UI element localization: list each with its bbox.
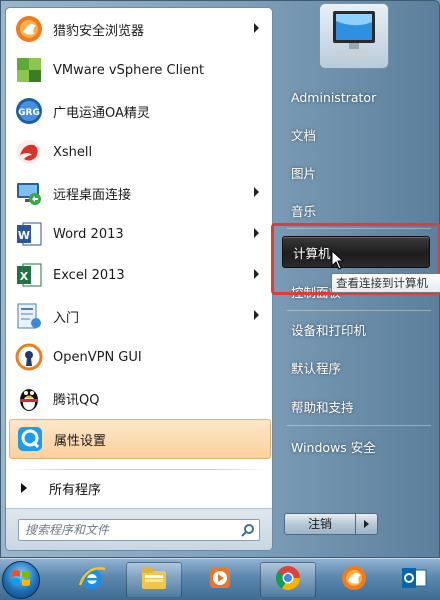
place-windows-security[interactable]: Windows 安全 xyxy=(277,433,437,459)
excel-icon: X xyxy=(13,259,45,291)
remote-desktop-icon xyxy=(13,177,45,209)
program-label: 远程桌面连接 xyxy=(53,187,132,203)
triangle-right-icon xyxy=(21,483,27,493)
submenu-arrow-icon[interactable] xyxy=(254,23,259,33)
program-label: 属性设置 xyxy=(54,433,107,449)
program-item-remote-desktop[interactable]: 远程桌面连接 xyxy=(9,173,271,213)
liebao-icon xyxy=(339,563,369,597)
taskbar-liebao-button[interactable] xyxy=(326,562,382,598)
taskbar-media-player-button[interactable] xyxy=(192,562,248,598)
svg-text:X: X xyxy=(20,270,29,283)
program-item-openvpn[interactable]: OpenVPN GUI xyxy=(9,337,271,377)
qq-settings-icon xyxy=(14,423,46,455)
program-item-qq-settings[interactable]: 属性设置 xyxy=(9,419,271,459)
tooltip: 查看连接到计算机 xyxy=(331,273,440,293)
taskbar-outlook-button[interactable] xyxy=(388,562,440,598)
program-label: 入门 xyxy=(53,310,80,326)
divider xyxy=(14,469,266,470)
xshell-icon xyxy=(13,136,45,168)
place-pictures[interactable]: 图片 xyxy=(277,159,437,185)
submenu-arrow-icon[interactable] xyxy=(254,310,259,320)
search-icon[interactable] xyxy=(237,520,259,540)
vmware-icon xyxy=(13,54,45,86)
svg-text:GRG: GRG xyxy=(18,108,40,118)
program-label: 猎豹安全浏览器 xyxy=(53,23,145,39)
grgbanking-oa-icon: GRG xyxy=(13,95,45,127)
program-label: VMware vSphere Client xyxy=(53,62,205,78)
place-help-support[interactable]: 帮助和支持 xyxy=(277,393,437,419)
start-menu: 猎豹安全浏览器 VMware vSphere Client GRG 广电运通OA… xyxy=(0,0,440,558)
program-item-vmware[interactable]: VMware vSphere Client xyxy=(9,50,271,90)
explorer-icon xyxy=(138,563,170,597)
programs-pane: 猎豹安全浏览器 VMware vSphere Client GRG 广电运通OA… xyxy=(5,7,273,551)
chevron-right-icon xyxy=(364,520,369,528)
places-divider xyxy=(287,310,431,311)
user-picture[interactable] xyxy=(319,3,389,69)
windows-logo-icon xyxy=(10,567,32,593)
place-administrator[interactable]: Administrator xyxy=(277,84,437,110)
media-player-icon xyxy=(205,563,235,597)
program-item-oa[interactable]: GRG 广电运通OA精灵 xyxy=(9,91,271,131)
program-label: OpenVPN GUI xyxy=(53,349,142,365)
submenu-arrow-icon[interactable] xyxy=(254,269,259,279)
program-item-liebao[interactable]: 猎豹安全浏览器 xyxy=(9,9,271,49)
mouse-cursor-icon xyxy=(331,249,345,274)
place-documents[interactable]: 文档 xyxy=(277,121,437,147)
program-label: Xshell xyxy=(53,144,93,160)
logoff-button[interactable]: 注销 xyxy=(284,513,356,535)
program-item-xshell[interactable]: Xshell xyxy=(9,132,271,172)
taskbar xyxy=(0,558,440,600)
program-item-excel[interactable]: X Excel 2013 xyxy=(9,255,271,295)
ie-icon xyxy=(77,563,107,597)
chrome-icon xyxy=(273,563,303,597)
search-input[interactable] xyxy=(19,523,237,537)
program-label: 腾讯QQ xyxy=(53,392,100,408)
taskbar-ie-button[interactable] xyxy=(64,562,120,598)
all-programs-button[interactable]: 所有程序 xyxy=(9,474,271,502)
program-label: 广电运通OA精灵 xyxy=(53,105,150,121)
logoff-control: 注销 xyxy=(284,513,378,535)
logoff-options-button[interactable] xyxy=(356,513,378,535)
outlook-icon xyxy=(399,563,429,597)
program-item-word[interactable]: W Word 2013 xyxy=(9,214,271,254)
place-default-programs[interactable]: 默认程序 xyxy=(277,354,437,380)
taskbar-chrome-button[interactable] xyxy=(260,562,316,598)
place-devices-printers[interactable]: 设备和打印机 xyxy=(277,316,437,342)
monitor-icon xyxy=(325,7,383,65)
all-programs-label: 所有程序 xyxy=(49,482,102,498)
getting-started-icon xyxy=(13,300,45,332)
place-music[interactable]: 音乐 xyxy=(277,197,437,223)
places-divider xyxy=(287,425,431,426)
word-icon: W xyxy=(13,218,45,250)
submenu-arrow-icon[interactable] xyxy=(254,228,259,238)
svg-text:W: W xyxy=(18,229,30,242)
liebao-browser-icon xyxy=(13,13,45,45)
program-label: Excel 2013 xyxy=(53,267,125,283)
submenu-arrow-icon[interactable] xyxy=(254,187,259,197)
qq-penguin-icon xyxy=(13,382,45,414)
openvpn-icon xyxy=(13,341,45,373)
program-item-getting-started[interactable]: 入门 xyxy=(9,296,271,336)
start-button[interactable] xyxy=(2,561,40,599)
program-item-qq[interactable]: 腾讯QQ xyxy=(9,378,271,418)
search-box[interactable] xyxy=(18,519,260,541)
search-area xyxy=(6,508,272,550)
taskbar-explorer-button[interactable] xyxy=(126,562,182,598)
program-label: Word 2013 xyxy=(53,226,124,242)
